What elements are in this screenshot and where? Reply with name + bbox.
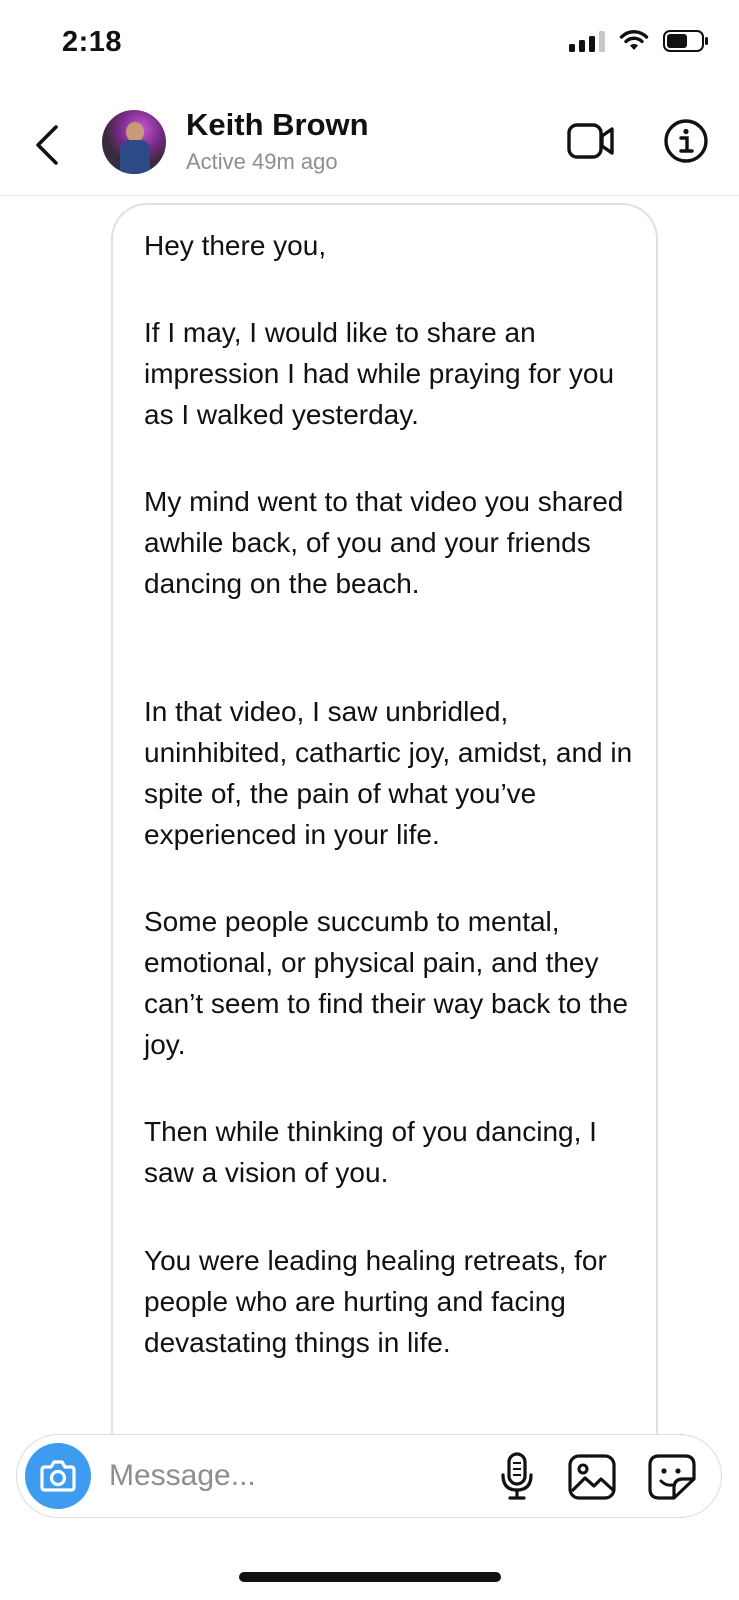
- message-paragraph: Some people succumb to mental, emotional…: [144, 906, 629, 1060]
- contact-status: Active 49m ago: [186, 149, 338, 174]
- video-camera-icon[interactable]: [566, 119, 616, 163]
- message-input[interactable]: [109, 1451, 469, 1501]
- message-paragraph: My mind went to that video you shared aw…: [144, 486, 624, 599]
- battery-icon: [663, 30, 708, 52]
- wifi-icon: [619, 30, 649, 50]
- message-bubble[interactable]: Hey there you, If I may, I would like to…: [111, 203, 658, 1463]
- avatar[interactable]: [102, 110, 166, 174]
- message-composer: [16, 1434, 722, 1518]
- message-paragraph: Then while thinking of you dancing, I sa…: [144, 1116, 597, 1188]
- message-paragraph: Hey there you,: [144, 230, 327, 261]
- message-paragraph: In that video, I saw unbridled, uninhibi…: [144, 696, 633, 850]
- status-time: 2:18: [62, 26, 123, 58]
- contact-name[interactable]: Keith Brown: [186, 107, 369, 143]
- sticker-icon[interactable]: [647, 1453, 697, 1501]
- cellular-signal-icon: [569, 30, 605, 52]
- status-bar: 2:18: [0, 0, 739, 90]
- camera-button[interactable]: [25, 1443, 91, 1509]
- info-icon[interactable]: [662, 117, 710, 165]
- gallery-icon[interactable]: [567, 1453, 617, 1501]
- home-indicator: [239, 1572, 501, 1582]
- chevron-left-icon[interactable]: [28, 117, 68, 173]
- status-icons: [569, 30, 709, 52]
- message-paragraph: If I may, I would like to share an impre…: [144, 317, 615, 430]
- chat-header: Keith Brown Active 49m ago: [0, 95, 739, 196]
- message-paragraph: You were leading healing retreats, for p…: [144, 1245, 607, 1358]
- microphone-icon[interactable]: [497, 1451, 537, 1501]
- camera-icon: [40, 1460, 76, 1492]
